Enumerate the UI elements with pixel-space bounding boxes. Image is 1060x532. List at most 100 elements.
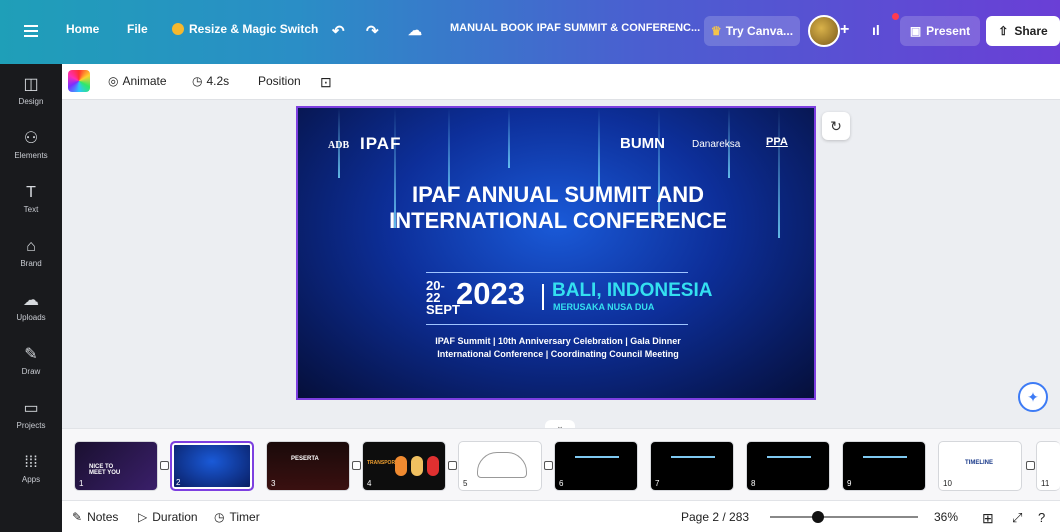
sidebar-item-label: Design [18, 97, 44, 106]
light-streak [778, 108, 780, 238]
ipaf-logo: IPAF [360, 134, 402, 153]
page-thumbnail[interactable]: 6 [554, 441, 638, 491]
zoom-value: 36% [934, 510, 959, 524]
page-number: 4 [367, 479, 372, 488]
resize-magic-switch-button[interactable]: Resize & Magic Switch [172, 22, 318, 36]
file-menu-button[interactable]: File [127, 22, 148, 36]
page-thumbnail[interactable]: TRANSPORTASI 4 [362, 441, 446, 491]
file-label: File [127, 22, 148, 36]
cloud-saved-icon[interactable]: ☁ [408, 22, 422, 39]
page-thumbnail[interactable]: 5 [458, 441, 542, 491]
projects-icon: ▭ [23, 400, 39, 417]
canva-editor: Home File Resize & Magic Switch ↶ ↷ ☁ MA… [0, 0, 1060, 532]
page-indicator[interactable]: Page 2 / 283 [681, 510, 749, 524]
document-title[interactable]: MANUAL BOOK IPAF SUMMIT & CONFERENC... [450, 22, 700, 34]
page-thumbnail[interactable]: 9 [842, 441, 926, 491]
animate-label: Animate [122, 74, 167, 88]
sidebar-item-label: Apps [21, 475, 41, 484]
timer-icon: ◷ [214, 510, 225, 524]
redo-icon[interactable]: ↷ [366, 22, 379, 40]
analytics-chart-icon[interactable]: ıl [872, 22, 880, 38]
add-collaborator-icon[interactable]: + [840, 21, 849, 39]
sidebar-item-text[interactable]: T Text [0, 182, 62, 232]
context-toolbar: ◎ Animate ◷ 4.2s Position ⊡ [62, 64, 1060, 100]
position-label: Position [258, 74, 301, 88]
lock-icon[interactable]: ⊡ [320, 74, 332, 91]
thumbnail-text: PESERTA [291, 456, 319, 462]
thumbnail-shape [395, 456, 407, 476]
transition-icon[interactable] [448, 461, 457, 470]
refresh-icon[interactable]: ↻ [822, 112, 850, 140]
duration-toggle-button[interactable]: ▷ Duration [138, 510, 198, 524]
text-icon: T [26, 184, 36, 201]
thumbnail-shape [767, 456, 811, 474]
page-number: 8 [751, 479, 756, 488]
event-dates-month: SEPT [426, 302, 460, 317]
notes-button[interactable]: ✎ Notes [72, 510, 118, 524]
help-icon[interactable]: ? [1038, 510, 1045, 525]
event-list-line: International Conference | Coordinating … [437, 349, 679, 359]
try-canva-pro-button[interactable]: ♛ Try Canva... [704, 16, 800, 46]
sidebar-item-label: Draw [21, 367, 41, 376]
present-button[interactable]: ▣ Present [900, 16, 980, 46]
page-thumbnail[interactable]: PESERTA 3 [266, 441, 350, 491]
thumbnail-shape [671, 456, 715, 474]
share-upload-icon: ⇧ [998, 24, 1009, 38]
undo-icon[interactable]: ↶ [332, 22, 345, 40]
sidebar-item-label: Brand [20, 259, 42, 268]
magic-sparkle-icon[interactable]: ✦ [1018, 382, 1048, 412]
transition-icon[interactable] [544, 461, 553, 470]
slide-canvas[interactable]: ADB IPAF BUMN Danareksa PPA IPAF ANNUAL … [296, 106, 816, 400]
user-avatar[interactable] [808, 15, 840, 47]
document-title-text: MANUAL BOOK IPAF SUMMIT & CONFERENC... [450, 22, 701, 34]
notification-dot [892, 13, 899, 20]
sidebar-item-draw[interactable]: ✎ Draw [0, 344, 62, 394]
canvas-area: ADB IPAF BUMN Danareksa PPA IPAF ANNUAL … [62, 100, 1060, 432]
sidebar-item-elements[interactable]: ⚇ Elements [0, 128, 62, 178]
page-thumbnail[interactable]: 8 [746, 441, 830, 491]
transition-icon[interactable] [352, 461, 361, 470]
page-thumbnail[interactable]: 7 [650, 441, 734, 491]
timer-button[interactable]: ◷ Timer [214, 510, 260, 524]
uploads-icon: ☁ [23, 292, 39, 309]
vertical-separator [542, 284, 544, 310]
share-label: Share [1014, 24, 1048, 38]
thumbnail-text: TIMELINE [965, 460, 993, 466]
animate-button[interactable]: ◎ Animate [108, 74, 167, 88]
grid-view-icon[interactable]: ⊞ [982, 510, 994, 527]
zoom-slider-track[interactable] [770, 516, 918, 518]
event-list-line: IPAF Summit | 10th Anniversary Celebrati… [435, 336, 681, 346]
home-button[interactable]: Home [66, 22, 99, 36]
duration-button[interactable]: ◷ 4.2s [192, 74, 229, 88]
brand-icon: ⌂ [26, 238, 36, 255]
sidebar-item-design[interactable]: ◫ Design [0, 74, 62, 124]
position-button[interactable]: Position [258, 74, 301, 88]
sidebar-item-uploads[interactable]: ☁ Uploads [0, 290, 62, 340]
transition-icon[interactable] [1026, 461, 1035, 470]
zoom-level[interactable]: 36% [934, 510, 958, 524]
sidebar-item-brand[interactable]: ⌂ Brand [0, 236, 62, 286]
present-label: Present [926, 24, 971, 38]
thumbnail-shape [863, 456, 907, 474]
thumbnail-text: NICE TO MEET YOU [89, 464, 121, 476]
page-thumbnail[interactable]: NICE TO MEET YOU 1 [74, 441, 158, 491]
thumbnail-shape [411, 456, 423, 476]
transition-icon[interactable] [160, 461, 169, 470]
page-thumbnail-selected[interactable]: 2 [170, 441, 254, 491]
fullscreen-icon[interactable]: ⤢ [1012, 510, 1022, 526]
sidebar-item-apps[interactable]: ⁞⁞⁞ Apps [0, 452, 62, 502]
sidebar-item-projects[interactable]: ▭ Projects [0, 398, 62, 448]
share-button[interactable]: ⇧ Share [986, 16, 1060, 46]
page-number: 7 [655, 479, 660, 488]
event-dates: 20-22 SEPT [426, 279, 460, 317]
danareksa-logo: Danareksa [692, 139, 741, 150]
event-year: 2023 [456, 276, 525, 311]
elements-icon: ⚇ [23, 130, 39, 147]
background-color-swatch[interactable] [68, 70, 90, 92]
page-thumbnail[interactable]: 11 [1036, 441, 1060, 491]
zoom-slider-handle[interactable] [812, 511, 824, 523]
page-thumbnail[interactable]: TIMELINE 10 [938, 441, 1022, 491]
page-number: 5 [463, 479, 468, 488]
home-label: Home [66, 22, 100, 36]
hamburger-menu-icon[interactable] [24, 25, 38, 37]
